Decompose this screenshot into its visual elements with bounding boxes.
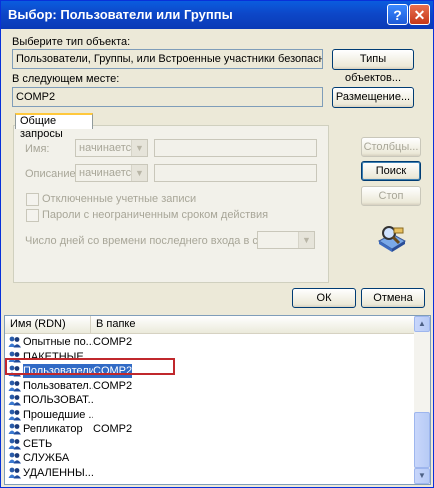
location-label: В следующем месте: xyxy=(12,73,120,85)
row-folder: COMP2 xyxy=(93,423,133,435)
group-icon xyxy=(8,336,21,348)
ok-button[interactable]: ОК xyxy=(292,288,356,308)
list-item[interactable]: СЕТЬ xyxy=(5,437,416,451)
object-type-field: Пользователи, Группы, или Встроенные уча… xyxy=(12,49,323,69)
list-item[interactable]: Опытные по... COMP2 xyxy=(5,335,416,349)
cancel-button[interactable]: Отмена xyxy=(361,288,425,308)
close-button[interactable]: ✕ xyxy=(409,4,430,25)
description-label: Описание: xyxy=(25,168,79,180)
dialog-window: Выбор: Пользователи или Группы ? ✕ Выбер… xyxy=(0,0,434,488)
chevron-down-icon: ▼ xyxy=(131,140,147,156)
days-since-login-label: Число дней со времени последнего входа в… xyxy=(25,235,297,247)
list-item[interactable]: УДАЛЕННЫ... xyxy=(5,466,416,480)
scroll-down-button[interactable]: ▼ xyxy=(414,468,430,484)
row-name: Репликатор xyxy=(23,423,83,435)
results-list[interactable]: Имя (RDN) В папке Опытные по... COMP2 ПАКЕ… xyxy=(4,315,431,485)
list-item[interactable]: ПОЛЬЗОВАТ... xyxy=(5,393,416,407)
columns-button[interactable]: Столбцы... xyxy=(361,137,421,157)
object-type-label: Выберите тип объекта: xyxy=(12,36,131,48)
row-name: ПОЛЬЗОВАТ... xyxy=(23,394,93,406)
disabled-accounts-checkbox[interactable] xyxy=(26,193,39,206)
row-name: Прошедшие ... xyxy=(23,408,93,421)
scroll-thumb[interactable] xyxy=(414,412,430,468)
row-name: Опытные по... xyxy=(23,336,93,348)
group-icon xyxy=(8,423,21,435)
no-expire-label: Пароли с неограниченным сроком действия xyxy=(42,209,269,221)
window-title: Выбор: Пользователи или Группы xyxy=(8,7,233,22)
days-since-login-select[interactable]: ▼ xyxy=(257,231,315,249)
row-folder: COMP2 xyxy=(93,379,133,392)
location-button[interactable]: Размещение... xyxy=(332,87,414,108)
list-item[interactable]: Прошедшие ... xyxy=(5,408,416,422)
chevron-down-icon: ▼ xyxy=(131,165,147,181)
row-folder: COMP2 xyxy=(93,336,133,348)
group-icon xyxy=(8,409,21,420)
stop-button[interactable]: Стоп xyxy=(361,186,421,206)
selected-row-highlight xyxy=(5,358,175,375)
tab-common-queries[interactable]: Общие запросы xyxy=(15,113,93,140)
row-name: УДАЛЕННЫ... xyxy=(23,466,93,479)
list-item[interactable]: Репликатор COMP2 xyxy=(5,422,416,436)
row-name: СЕТЬ xyxy=(23,437,53,450)
name-condition-select[interactable]: начинается ▼ xyxy=(75,139,148,157)
group-icon xyxy=(8,394,21,406)
list-item[interactable]: Пользовател... COMP2 xyxy=(5,379,416,393)
search-animation-icon xyxy=(377,226,407,252)
description-condition-select[interactable]: начинается ▼ xyxy=(75,164,148,182)
group-icon xyxy=(8,452,21,464)
name-label: Имя: xyxy=(25,143,50,155)
description-condition-value: начинается xyxy=(79,167,138,179)
name-condition-value: начинается xyxy=(79,142,138,154)
results-header: Имя (RDN) В папке xyxy=(5,316,416,334)
disabled-accounts-label: Отключенные учетные записи xyxy=(42,193,197,205)
row-name: Пользовател... xyxy=(23,379,93,392)
group-icon xyxy=(8,438,21,449)
row-name: СЛУЖБА xyxy=(23,452,70,464)
title-bar[interactable]: Выбор: Пользователи или Группы ? ✕ xyxy=(1,1,433,29)
help-button[interactable]: ? xyxy=(387,4,408,25)
description-input[interactable] xyxy=(154,164,317,182)
scroll-up-button[interactable]: ▲ xyxy=(414,316,430,332)
name-input[interactable] xyxy=(154,139,317,157)
location-field: COMP2 xyxy=(12,87,323,107)
list-item[interactable]: СЛУЖБА xyxy=(5,451,416,465)
no-expire-checkbox[interactable] xyxy=(26,209,39,222)
group-icon xyxy=(8,380,21,391)
object-types-button[interactable]: Типы объектов... xyxy=(332,49,414,84)
group-icon xyxy=(8,467,21,478)
column-header-name[interactable]: Имя (RDN) xyxy=(5,316,91,333)
vertical-scrollbar[interactable]: ▲ ▼ xyxy=(414,316,430,484)
search-button[interactable]: Поиск xyxy=(361,161,421,181)
chevron-down-icon: ▼ xyxy=(298,232,314,248)
column-header-folder[interactable]: В папке xyxy=(91,316,416,333)
